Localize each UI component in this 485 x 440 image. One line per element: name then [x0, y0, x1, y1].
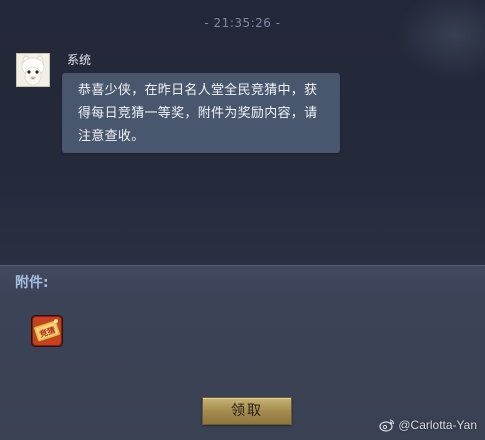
- sender-name: 系统: [67, 53, 92, 67]
- attachment-header: [0, 265, 485, 298]
- mail-detail-window: - 21:35:26 - 系统 恭喜少侠，在昨日名人堂全民竞猜中，获得每日竞猜一…: [0, 0, 485, 440]
- sender-avatar: [16, 53, 50, 87]
- watermark: @Carlotta-Yan: [379, 418, 477, 432]
- message-timestamp: - 21:35:26 -: [204, 16, 281, 30]
- weibo-icon: [379, 419, 395, 432]
- background-decoration: [395, 0, 485, 80]
- watermark-text: @Carlotta-Yan: [398, 418, 477, 432]
- attachment-label: 附件:: [15, 275, 49, 291]
- lottery-ticket-icon: 竞猜: [31, 315, 63, 347]
- alpaca-avatar-icon: [17, 54, 49, 86]
- attachment-item[interactable]: 竞猜: [31, 315, 63, 347]
- claim-button[interactable]: 领取: [202, 397, 292, 425]
- message-bubble: 恭喜少侠，在昨日名人堂全民竞猜中，获得每日竞猜一等奖，附件为奖励内容，请注意查收…: [62, 73, 340, 153]
